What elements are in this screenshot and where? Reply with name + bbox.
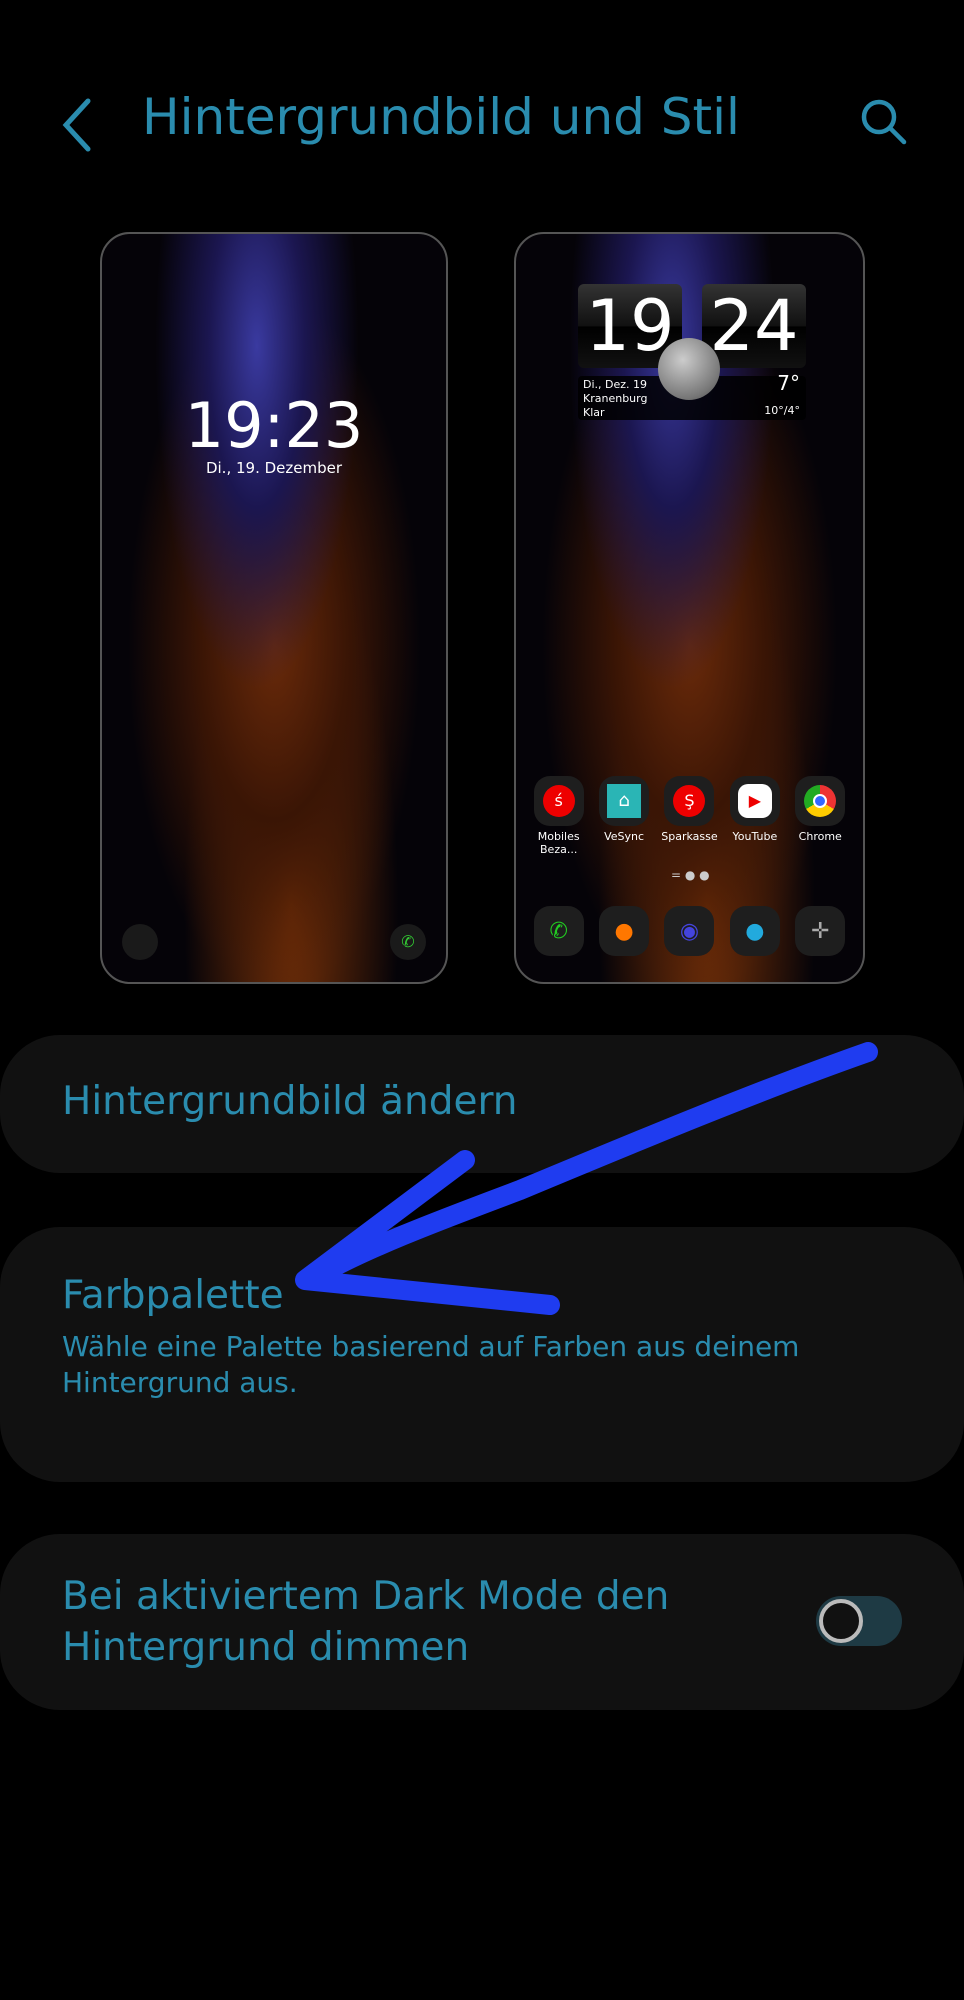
chrome-icon	[795, 776, 846, 826]
compass-icon: ✛	[795, 906, 846, 956]
youtube-icon: ▶	[729, 776, 780, 826]
dim-wallpaper-toggle[interactable]	[816, 1596, 902, 1646]
dock-compass[interactable]: ✛	[790, 906, 850, 960]
app-label: YouTube	[732, 830, 778, 843]
color-palette-description: Wähle eine Palette basierend auf Farben …	[62, 1330, 800, 1399]
weather-range: 10°/4°	[764, 404, 800, 417]
weather-temp: 7°	[777, 371, 800, 395]
phone-icon: ✆	[533, 906, 584, 956]
app-mobiles-bezahlen[interactable]: ś Mobiles Beza...	[529, 776, 589, 856]
app-chrome[interactable]: Chrome	[790, 776, 850, 856]
sparkasse-pay-icon: ś	[533, 776, 584, 826]
app-sparkasse[interactable]: Ş Sparkasse	[659, 776, 719, 856]
messages-icon: ●	[729, 906, 780, 956]
camera-icon	[122, 924, 158, 960]
camera-icon: ◉	[664, 906, 715, 956]
phone-icon: ✆	[390, 924, 426, 960]
app-label: VeSync	[604, 830, 645, 843]
page-title: Hintergrundbild und Stil	[142, 88, 740, 146]
lock-screen-preview[interactable]: 19:23 Di., 19. Dezember ✆	[100, 232, 448, 984]
dock-messages[interactable]: ●	[725, 906, 785, 960]
app-vesync[interactable]: ⌂ VeSync	[594, 776, 654, 856]
back-button[interactable]	[58, 95, 98, 155]
app-label: Sparkasse	[661, 830, 718, 843]
dock-phone[interactable]: ✆	[529, 906, 589, 960]
color-palette-item[interactable]: Farbpalette Wähle eine Palette basierend…	[0, 1227, 964, 1482]
search-icon[interactable]	[858, 96, 908, 146]
page-indicator: = ● ●	[671, 868, 710, 882]
change-wallpaper-item[interactable]: Hintergrundbild ändern	[0, 1035, 964, 1173]
change-wallpaper-label: Hintergrundbild ändern	[62, 1079, 518, 1124]
clock-minute: 24	[702, 284, 806, 368]
sparkasse-icon: Ş	[664, 776, 715, 826]
dock-contacts[interactable]: ●	[594, 906, 654, 960]
toggle-knob	[819, 1599, 863, 1643]
home-screen-preview[interactable]: 19 24 Di., Dez. 19 Kranenburg Klar 7° 10…	[514, 232, 865, 984]
dim-wallpaper-label: Bei aktiviertem Dark Mode den Hintergrun…	[62, 1574, 670, 1670]
dock-camera[interactable]: ◉	[659, 906, 719, 960]
app-label: Chrome	[798, 830, 842, 843]
app-label: Mobiles Beza...	[537, 830, 580, 856]
contacts-icon: ●	[599, 906, 650, 956]
lock-date: Di., 19. Dezember	[205, 459, 343, 477]
app-youtube[interactable]: ▶ YouTube	[725, 776, 785, 856]
vesync-icon: ⌂	[599, 776, 650, 826]
lock-clock: 19:23	[184, 389, 364, 462]
moon-icon	[658, 338, 720, 400]
color-palette-title: Farbpalette	[62, 1273, 284, 1318]
